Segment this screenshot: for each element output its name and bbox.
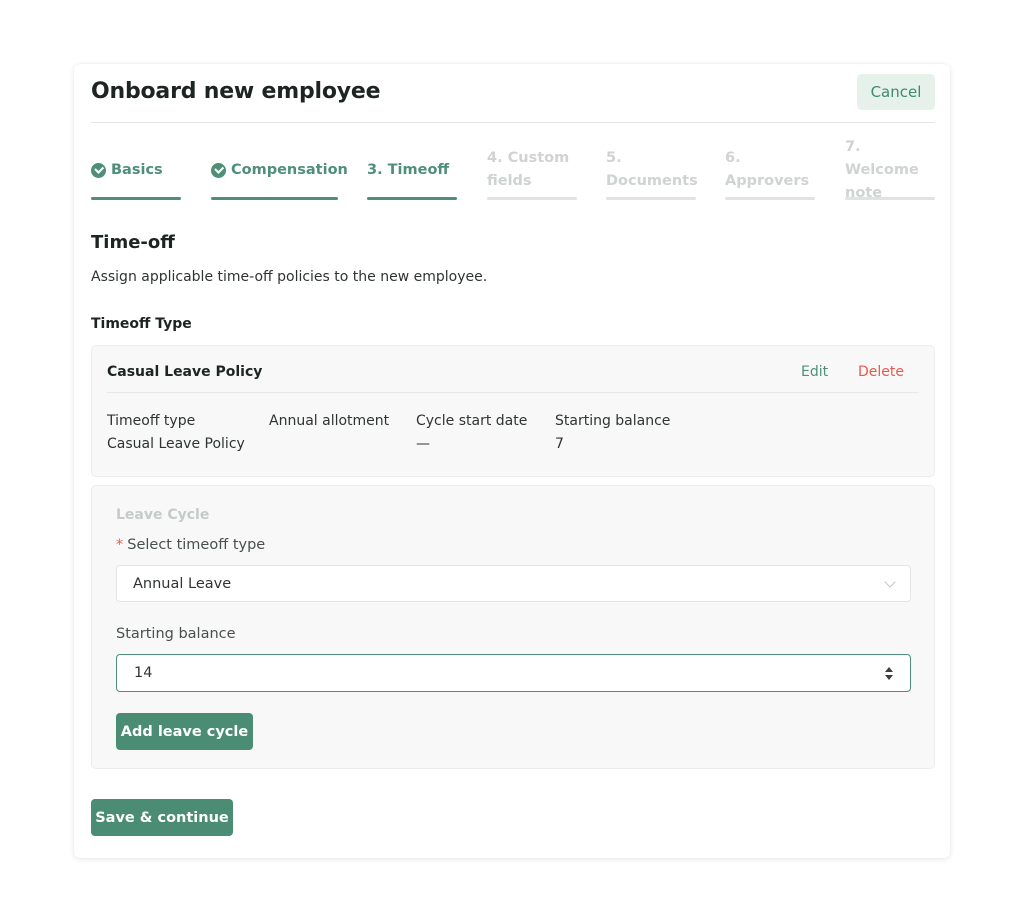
number-stepper-icon[interactable] bbox=[884, 662, 894, 684]
starting-balance-label: Starting balance bbox=[116, 626, 236, 642]
section-description: Assign applicable time-off policies to t… bbox=[91, 269, 488, 285]
column-header: Starting balance bbox=[555, 413, 671, 429]
step-progress-bar bbox=[367, 197, 457, 200]
column-value: Casual Leave Policy bbox=[107, 436, 245, 452]
column-header: Cycle start date bbox=[416, 413, 528, 429]
policy-column-annual-allotment: Annual allotment bbox=[269, 410, 389, 433]
selected-value: Annual Leave bbox=[133, 575, 232, 592]
step-compensation[interactable]: Compensation bbox=[211, 144, 348, 200]
select-timeoff-type-label: * Select timeoff type bbox=[116, 537, 266, 553]
policy-divider bbox=[107, 392, 919, 393]
policy-column-timeoff-type: Timeoff type Casual Leave Policy bbox=[107, 410, 245, 456]
step-timeoff[interactable]: 3. Timeoff bbox=[367, 144, 457, 200]
column-value: — bbox=[416, 436, 430, 452]
header-divider bbox=[91, 122, 935, 123]
step-basics[interactable]: Basics bbox=[91, 144, 181, 200]
step-label: Basics bbox=[111, 161, 163, 178]
input-value: 14 bbox=[134, 665, 153, 681]
step-progress-bar bbox=[845, 197, 935, 200]
policy-name: Casual Leave Policy bbox=[107, 364, 263, 380]
step-custom-fields[interactable]: 4. Custom fields bbox=[487, 144, 577, 200]
step-progress-bar bbox=[606, 197, 696, 200]
step-label: 4. Custom fields bbox=[487, 150, 570, 189]
step-approvers[interactable]: 6. Approvers bbox=[725, 144, 815, 200]
cancel-button[interactable]: Cancel bbox=[857, 74, 935, 110]
chevron-down-icon bbox=[884, 576, 896, 588]
policy-card: Casual Leave Policy Edit Delete Timeoff … bbox=[91, 345, 935, 477]
page-title: Onboard new employee bbox=[91, 79, 381, 104]
check-circle-icon bbox=[91, 162, 106, 178]
timeoff-type-label: Timeoff Type bbox=[91, 316, 192, 332]
required-asterisk: * bbox=[116, 537, 124, 553]
save-continue-button[interactable]: Save & continue bbox=[91, 799, 233, 836]
step-documents[interactable]: 5. Documents bbox=[606, 144, 698, 200]
edit-policy-link[interactable]: Edit bbox=[801, 364, 828, 380]
step-label: 6. Approvers bbox=[725, 150, 810, 189]
add-leave-cycle-button[interactable]: Add leave cycle bbox=[116, 713, 253, 750]
step-welcome-note[interactable]: 7. Welcome note bbox=[845, 139, 935, 201]
step-progress-bar bbox=[487, 197, 577, 200]
delete-policy-link[interactable]: Delete bbox=[858, 364, 904, 380]
column-header: Annual allotment bbox=[269, 413, 390, 429]
column-header: Timeoff type bbox=[107, 413, 196, 429]
starting-balance-input[interactable]: 14 bbox=[116, 654, 911, 692]
onboarding-card: Onboard new employee Cancel Basics Compe… bbox=[74, 64, 950, 858]
column-value: 7 bbox=[555, 436, 564, 452]
step-label: 7. Welcome note bbox=[845, 138, 919, 201]
check-circle-icon bbox=[211, 162, 226, 178]
section-title: Time-off bbox=[91, 232, 175, 253]
leave-cycle-form: Leave Cycle * Select timeoff type Annual … bbox=[91, 485, 935, 769]
timeoff-type-select[interactable]: Annual Leave bbox=[116, 565, 911, 602]
step-label: Compensation bbox=[231, 161, 348, 178]
policy-column-starting-balance: Starting balance 7 bbox=[555, 410, 670, 456]
step-progress-bar bbox=[725, 197, 815, 200]
step-label: 3. Timeoff bbox=[367, 161, 450, 178]
step-label: 5. Documents bbox=[606, 150, 698, 189]
leave-cycle-title: Leave Cycle bbox=[116, 507, 210, 523]
step-progress-bar bbox=[91, 197, 181, 200]
step-progress-bar bbox=[211, 197, 338, 200]
policy-column-cycle-start-date: Cycle start date — bbox=[416, 410, 527, 456]
